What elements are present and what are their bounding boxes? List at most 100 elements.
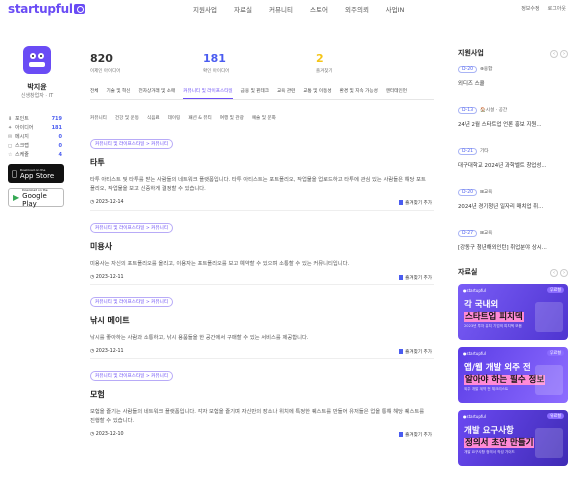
message-icon: ✉ — [8, 133, 13, 140]
card-date: ◷ 2023-12-10 — [90, 432, 124, 437]
tab-community-lifestyle[interactable]: 커뮤니티 및 라이프스타일 — [183, 86, 233, 99]
card-date: ◷ 2023-12-14 — [90, 200, 124, 205]
download-icon: ⬇ — [8, 115, 13, 122]
resource-banner[interactable]: ●startupful 무료형 앱/웹 개발 외주 전 알아야 하는 필수 정보… — [458, 347, 568, 403]
subtab-travel[interactable]: 여행 및 관광 — [220, 115, 244, 121]
chevron-left-icon[interactable]: ‹ — [550, 50, 558, 58]
bookmark-icon — [399, 275, 404, 280]
tab-commerce[interactable]: 전자상거래 및 소매 — [139, 86, 176, 99]
favorite-button[interactable]: 즐겨찾기 추가 — [399, 200, 432, 206]
top-header: startupful 지원사업 자료실 커뮤니티 스토어 외주의뢰 사업IN 정… — [0, 0, 580, 18]
resources-pager: ‹ › — [550, 269, 568, 277]
chevron-right-icon[interactable]: › — [560, 50, 568, 58]
subtab-art[interactable]: 예술 및 문화 — [252, 115, 276, 121]
apple-icon:  — [12, 169, 17, 178]
scrap-icon: ◻ — [8, 142, 13, 149]
dday-badge: D-27 — [458, 230, 478, 237]
tab-fintech[interactable]: 금융 및 핀테크 — [241, 86, 269, 99]
resource-tag: 유료형 — [546, 413, 564, 419]
subtab-food[interactable]: 식음료 — [147, 115, 160, 121]
category-badge: 커뮤니티 및 라이프스타일 > 커뮤니티 — [90, 297, 174, 307]
logo[interactable]: startupful — [8, 2, 85, 16]
stat-points[interactable]: ⬇ 포인트 719 — [8, 114, 62, 123]
count-favorites: 2 즐겨찾기 — [316, 52, 333, 74]
card-description: 미용사는 자신의 포트폴리오를 올리고, 이용자는 포트폴리오를 보고 예약할 … — [90, 261, 350, 267]
nav-item-store[interactable]: 스토어 — [300, 4, 338, 14]
support-pager: ‹ › — [550, 50, 568, 58]
user-util: 정보수정 로그아웃 — [521, 5, 566, 12]
idea-card[interactable]: 커뮤니티 및 라이프스타일 > 커뮤니티 미용사 미용사는 자신의 포트폴리오를… — [90, 223, 434, 285]
stat-schedule[interactable]: ☆ 스케줄 4 — [8, 150, 62, 159]
card-date: ◷ 2023-12-11 — [90, 349, 124, 354]
support-item[interactable]: D-21 기타 대구대학교 2024년 과학벨트 창업성... — [458, 147, 568, 169]
logout-link[interactable]: 로그아웃 — [548, 5, 566, 12]
stat-messages[interactable]: ✉ 메시지 0 — [8, 132, 62, 141]
subtab-health[interactable]: 건강 및 운동 — [115, 115, 139, 121]
app-store-button[interactable]:  Download on theApp Store — [8, 164, 64, 183]
idea-card[interactable]: 커뮤니티 및 라이프스타일 > 커뮤니티 타투 타투 아티스트 및 타투를 받는… — [90, 139, 434, 211]
support-item[interactable]: D-13 🏠시설 · 공간 24년 2월 스타트업 언론 홍보 지원... — [458, 106, 568, 128]
category-badge: 커뮤니티 및 라이프스타일 > 커뮤니티 — [90, 371, 174, 381]
favorite-button[interactable]: 즐겨찾기 추가 — [399, 349, 432, 355]
resource-banner[interactable]: ●startupful 유료형 개발 요구사항 정의서 초안 만들기 개발 요구… — [458, 410, 568, 466]
idea-counts: 820 이제인 아이디어 181 확인 아이디어 2 즐겨찾기 — [90, 52, 429, 74]
resource-tag: 무료형 — [546, 287, 564, 293]
nav-item-outsourcing[interactable]: 외주의뢰 — [338, 4, 376, 14]
favorite-button[interactable]: 즐겨찾기 추가 — [399, 275, 432, 281]
tab-education[interactable]: 교육 관련 — [277, 86, 295, 99]
nav-item-business-in[interactable]: 사업IN — [376, 4, 414, 14]
resources-title: 자료실 — [458, 268, 478, 276]
bookmark-icon — [399, 200, 404, 205]
edit-profile-link[interactable]: 정보수정 — [521, 5, 539, 12]
card-title: 모험 — [90, 390, 105, 399]
tab-tech[interactable]: 기술 및 혁신 — [106, 86, 130, 99]
idea-card[interactable]: 커뮤니티 및 라이프스타일 > 커뮤니티 낚시 메이트 낚시를 좋아하는 사람과… — [90, 297, 434, 359]
card-date: ◷ 2023-12-11 — [90, 275, 124, 280]
google-play-button[interactable]: ▶ Download on the Google Play — [8, 188, 64, 208]
chevron-left-icon[interactable]: ‹ — [550, 269, 558, 277]
resource-tag: 무료형 — [546, 350, 564, 356]
card-description: 타투 아티스트 및 타투를 받는 사람들의 네트워크 플랫폼입니다. 타투 아티… — [90, 177, 426, 192]
avatar — [23, 46, 51, 74]
dday-badge: D-21 — [458, 148, 478, 155]
bookmark-icon — [399, 432, 404, 437]
tab-mobility[interactable]: 교통 및 이동성 — [303, 86, 331, 99]
tab-entertainment[interactable]: 엔터테인먼 — [386, 86, 407, 99]
stat-scraps[interactable]: ◻ 스크랩 0 — [8, 141, 62, 150]
count-checked: 181 확인 아이디어 — [203, 52, 230, 74]
tab-environment[interactable]: 환경 및 지속 가능성 — [340, 86, 378, 99]
bookmark-icon — [399, 349, 404, 354]
dday-badge: D-20 — [458, 189, 478, 196]
banner-illustration — [535, 302, 563, 332]
stat-ideas[interactable]: ✦ 아이디어 181 — [8, 123, 62, 132]
tab-all[interactable]: 전체 — [90, 86, 98, 99]
idea-card[interactable]: 커뮤니티 및 라이프스타일 > 커뮤니티 모험 모험을 즐기는 사람들의 네트워… — [90, 371, 434, 443]
category-badge: 커뮤니티 및 라이프스타일 > 커뮤니티 — [90, 139, 174, 149]
subtab-dating[interactable]: 데이팅 — [168, 115, 181, 121]
subtab-community[interactable]: 커뮤니티 — [90, 115, 107, 121]
nav-item-resources[interactable]: 자료실 — [224, 4, 262, 14]
star-icon: ☆ — [8, 151, 13, 158]
dday-badge: D-13 — [458, 107, 478, 114]
nav-item-support[interactable]: 지원사업 — [186, 4, 224, 14]
google-play-icon: ▶ — [13, 193, 20, 202]
category-badge: 커뮤니티 및 라이프스타일 > 커뮤니티 — [90, 223, 174, 233]
count-total: 820 이제인 아이디어 — [90, 52, 121, 74]
idea-icon: ✦ — [8, 124, 13, 131]
chevron-right-icon[interactable]: › — [560, 269, 568, 277]
support-item[interactable]: D-20 ⊕융합 외디즈 스쿨 — [458, 65, 568, 87]
dday-badge: D-20 — [458, 66, 478, 73]
card-title: 타투 — [90, 158, 105, 167]
support-item[interactable]: D-27 ⊞교육 [강동구 청년해외인턴] 취업분야 상시... — [458, 229, 568, 251]
profile-subtitle: 신생창업자 · IT — [20, 93, 54, 99]
card-title: 미용사 — [90, 242, 113, 251]
profile-name: 박지윤 — [27, 83, 47, 91]
profile-stats: ⬇ 포인트 719 ✦ 아이디어 181 ✉ 메시지 0 ◻ 스크랩 0 ☆ 스케줄 4 — [8, 114, 62, 159]
banner-illustration — [535, 428, 563, 458]
subtab-fashion[interactable]: 패션 & 뷰티 — [188, 115, 211, 121]
favorite-button[interactable]: 즐겨찾기 추가 — [399, 432, 432, 438]
support-item[interactable]: D-20 ⊞교육 2024년 경기청년 일자리 매치업 취... — [458, 188, 568, 210]
card-description: 모험을 즐기는 사람들의 네트워크 플랫폼입니다. 각자 모험을 즐기며 자신만… — [90, 409, 425, 424]
resource-banner[interactable]: ●startupful 무료형 각 국내외 스타트업 피치덱 2023년 투자 … — [458, 284, 568, 340]
nav-item-community[interactable]: 커뮤니티 — [262, 4, 300, 14]
